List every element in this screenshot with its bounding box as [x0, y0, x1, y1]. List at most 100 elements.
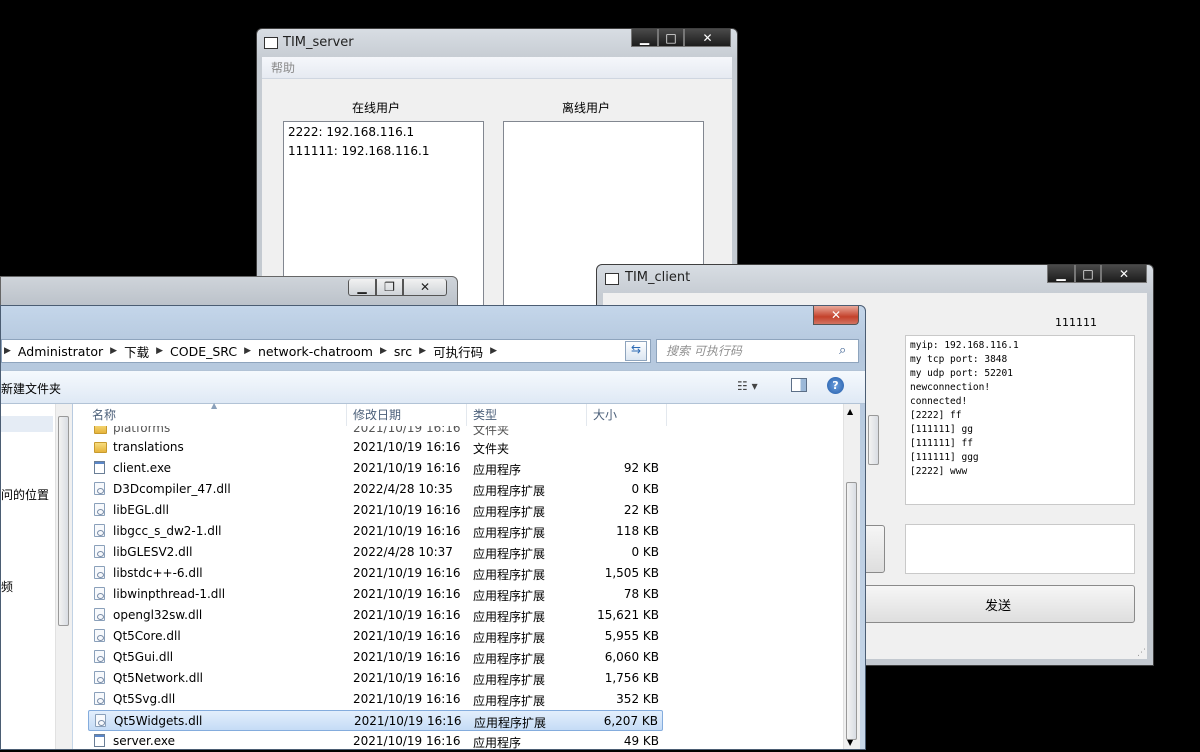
file-type: 应用程序扩展	[473, 673, 546, 687]
address-bar[interactable]: ▶ Administrator ▶ 下载 ▶ CODE_SRC ▶ networ…	[1, 339, 651, 363]
search-icon[interactable]: ⌕	[839, 343, 846, 358]
close-button[interactable]: ✕	[813, 306, 859, 325]
file-type: 应用程序扩展	[473, 652, 546, 666]
scrollbar-thumb[interactable]	[846, 482, 857, 740]
restore-button[interactable]: ❐	[376, 279, 403, 296]
file-row[interactable]: Qt5Gui.dll 2021/10/19 16:16 应用程序扩展 6,060 KB	[88, 647, 663, 668]
column-header-size[interactable]: 大小	[587, 404, 667, 426]
file-name: libGLESV2.dll	[113, 545, 193, 559]
breadcrumb-downloads[interactable]: 下载	[119, 342, 154, 361]
close-button[interactable]: ✕	[403, 279, 447, 296]
nav-scrollbar[interactable]	[55, 404, 72, 749]
file-type: 应用程序扩展	[473, 631, 546, 645]
nav-item-recent-places[interactable]: 问的位置	[1, 486, 49, 503]
window-title: TIM_client	[625, 270, 691, 285]
chevron-right-icon[interactable]: ▶	[154, 346, 165, 356]
resize-grip[interactable]: ⋰	[1137, 648, 1146, 658]
file-name: D3Dcompiler_47.dll	[113, 482, 231, 496]
nav-selected-item[interactable]	[1, 416, 53, 432]
file-type: 文件夹	[473, 442, 510, 456]
chat-log[interactable]: myip: 192.168.116.1 my tcp port: 3848 my u…	[905, 335, 1135, 505]
column-header-date[interactable]: 修改日期	[347, 404, 467, 426]
file-size: 1,756 KB	[604, 671, 659, 685]
file-name: platforms	[113, 426, 171, 435]
refresh-icon[interactable]: ⇆	[625, 341, 647, 361]
new-folder-button[interactable]: 新建文件夹	[1, 380, 61, 397]
file-name: server.exe	[113, 734, 175, 748]
file-row[interactable]: libEGL.dll 2021/10/19 16:16 应用程序扩展 22 KB	[88, 500, 663, 521]
close-button[interactable]: ✕	[1101, 265, 1147, 283]
scroll-down-arrow[interactable]: ▼	[847, 738, 853, 747]
dll-icon	[94, 650, 105, 663]
file-type: 应用程序扩展	[473, 505, 546, 519]
file-row[interactable]: libwinpthread-1.dll 2021/10/19 16:16 应用程序扩…	[88, 584, 663, 605]
breadcrumb-executable[interactable]: 可执行码	[428, 342, 488, 361]
menu-help[interactable]: 帮助	[271, 61, 295, 75]
chevron-right-icon[interactable]: ▶	[417, 346, 428, 356]
file-size: 6,060 KB	[604, 650, 659, 664]
file-row[interactable]: libgcc_s_dw2-1.dll 2021/10/19 16:16 应用程序扩展…	[88, 521, 663, 542]
user-list-scrollbar[interactable]	[865, 335, 882, 505]
file-name: Qt5Gui.dll	[113, 650, 174, 664]
scroll-up-arrow[interactable]: ▲	[847, 407, 853, 416]
close-button[interactable]: ✕	[684, 29, 731, 47]
file-list-scrollbar[interactable]: ▲ ▼	[843, 404, 860, 749]
chevron-right-icon[interactable]: ▶	[242, 346, 253, 356]
file-type: 应用程序	[473, 736, 522, 750]
file-date: 2022/4/28 10:37	[353, 545, 453, 559]
minimize-button[interactable]: ▁	[631, 29, 658, 47]
scrollbar-thumb[interactable]	[868, 415, 879, 465]
dll-icon	[94, 629, 105, 642]
file-row[interactable]: Qt5Svg.dll 2021/10/19 16:16 应用程序扩展 352 KB	[88, 689, 663, 710]
file-row[interactable]: D3Dcompiler_47.dll 2022/4/28 10:35 应用程序扩展 0…	[88, 479, 663, 500]
online-user-item[interactable]: 111111: 192.168.116.1	[284, 141, 483, 160]
exe-icon	[94, 461, 105, 474]
breadcrumb-code-src[interactable]: CODE_SRC	[165, 344, 242, 359]
chat-log-line: connected!	[910, 396, 968, 407]
scrollbar-thumb[interactable]	[58, 416, 69, 626]
file-row[interactable]: Qt5Core.dll 2021/10/19 16:16 应用程序扩展 5,955 K…	[88, 626, 663, 647]
file-name: Qt5Svg.dll	[113, 692, 176, 706]
online-user-item[interactable]: 2222: 192.168.116.1	[284, 122, 483, 141]
breadcrumb-administrator[interactable]: Administrator	[13, 344, 108, 359]
file-name: Qt5Core.dll	[113, 629, 181, 643]
file-name: translations	[113, 440, 184, 454]
folder-icon	[94, 426, 107, 434]
file-date: 2021/10/19 16:16	[353, 461, 461, 475]
file-size: 92 KB	[623, 461, 659, 475]
file-date: 2021/10/19 16:16	[353, 503, 461, 517]
file-type: 应用程序扩展	[473, 568, 546, 582]
dll-icon	[94, 566, 105, 579]
chevron-right-icon[interactable]: ▶	[378, 346, 389, 356]
online-users-label: 在线用户	[352, 101, 401, 115]
file-row[interactable]: Qt5Network.dll 2021/10/19 16:16 应用程序扩展 1,75…	[88, 668, 663, 689]
search-input[interactable]: 搜索 可执行码	[656, 339, 859, 363]
breadcrumb-network-chatroom[interactable]: network-chatroom	[253, 344, 378, 359]
view-options-icon[interactable]: ☷ ▾	[737, 379, 758, 393]
file-row[interactable]: Qt5Widgets.dll 2021/10/19 16:16 应用程序扩展 6,20…	[88, 710, 663, 731]
file-row[interactable]: client.exe 2021/10/19 16:16 应用程序 92 KB	[88, 458, 663, 479]
file-size: 49 KB	[623, 734, 659, 748]
file-row[interactable]: opengl32sw.dll 2021/10/19 16:16 应用程序扩展 15,6…	[88, 605, 663, 626]
file-row[interactable]: libstdc++-6.dll 2021/10/19 16:16 应用程序扩展 1,5…	[88, 563, 663, 584]
send-button[interactable]: 发送	[861, 585, 1135, 623]
chevron-right-icon[interactable]: ▶	[108, 346, 119, 356]
message-input[interactable]	[905, 524, 1135, 574]
maximize-button[interactable]: □	[658, 29, 684, 47]
preview-pane-icon[interactable]	[791, 378, 807, 392]
chevron-right-icon[interactable]: ▶	[488, 346, 499, 356]
file-row[interactable]: translations 2021/10/19 16:16 文件夹	[88, 437, 663, 458]
help-icon[interactable]: ?	[827, 377, 844, 394]
minimize-button[interactable]: ▁	[1047, 265, 1075, 283]
partial-row[interactable]: platforms 2021/10/19 16:16 文件夹	[73, 426, 844, 436]
column-header-type[interactable]: 类型	[467, 404, 587, 426]
breadcrumb-src[interactable]: src	[389, 344, 417, 359]
maximize-button[interactable]: □	[1075, 265, 1101, 283]
chat-log-line: myip: 192.168.116.1	[910, 340, 1019, 351]
dll-icon	[94, 524, 105, 537]
nav-item-videos[interactable]: 频	[1, 578, 13, 595]
file-row[interactable]: server.exe 2021/10/19 16:16 应用程序 49 KB	[88, 731, 663, 752]
explorer-window: ✕ ▶ Administrator ▶ 下载 ▶ CODE_SRC ▶ netw…	[0, 305, 866, 750]
minimize-button[interactable]: ▁	[348, 279, 376, 296]
file-row[interactable]: libGLESV2.dll 2022/4/28 10:37 应用程序扩展 0 KB	[88, 542, 663, 563]
